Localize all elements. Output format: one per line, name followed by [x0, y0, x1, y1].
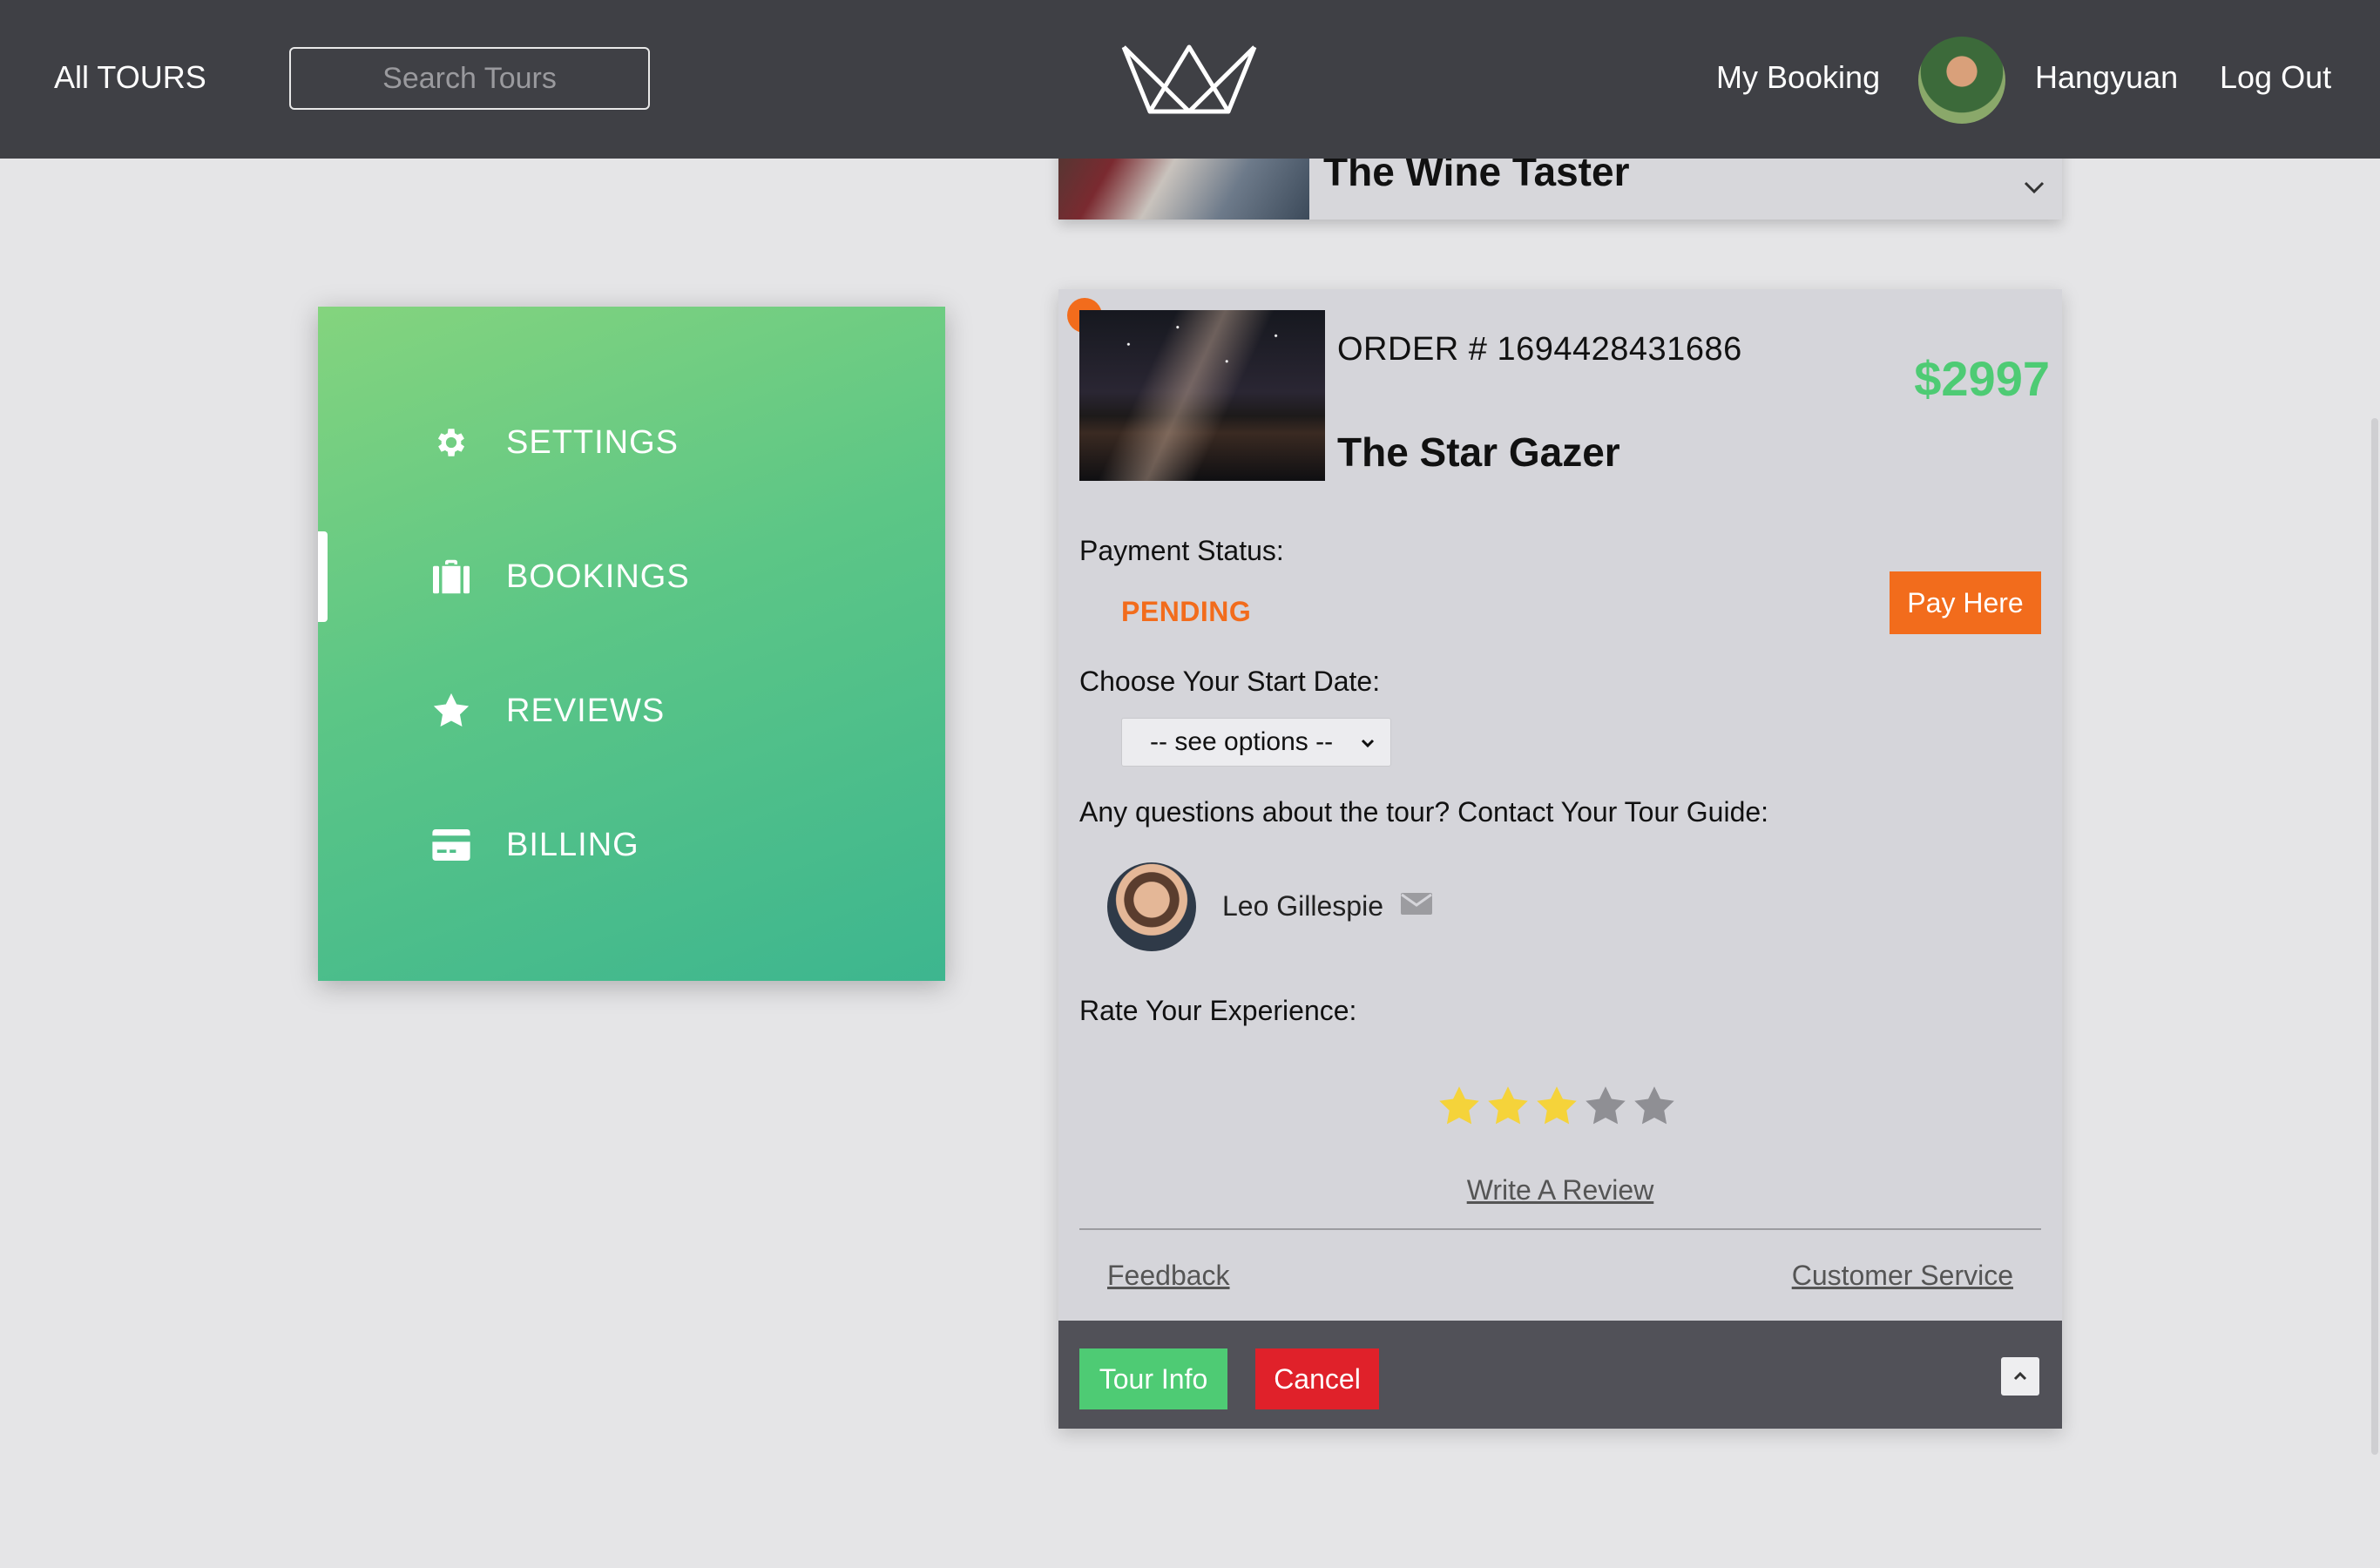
sidebar-item-label: BILLING — [506, 826, 639, 863]
all-tours-link[interactable]: All TOURS — [54, 59, 206, 96]
sidebar-item-label: SETTINGS — [506, 423, 680, 461]
star-filled-icon[interactable] — [1534, 1084, 1579, 1129]
sidebar-item-settings[interactable]: SETTINGS — [431, 416, 679, 469]
sidebar-item-reviews[interactable]: REVIEWS — [431, 685, 665, 737]
mail-icon[interactable] — [1400, 890, 1433, 916]
price: $2997 — [1914, 351, 2050, 406]
log-out-link[interactable]: Log Out — [2220, 59, 2331, 96]
guide-avatar — [1107, 862, 1196, 951]
tour-thumbnail — [1079, 310, 1325, 481]
sidebar-item-bookings[interactable]: BOOKINGS — [431, 551, 690, 603]
my-booking-link[interactable]: My Booking — [1716, 59, 1880, 96]
divider — [1079, 1228, 2041, 1230]
guide-name: Leo Gillespie — [1222, 890, 1383, 922]
credit-card-icon — [431, 825, 471, 865]
rate-label: Rate Your Experience: — [1079, 995, 1357, 1026]
chevron-up-icon — [2013, 1371, 2027, 1381]
sidebar-item-label: BOOKINGS — [506, 558, 690, 595]
briefcase-icon — [431, 557, 471, 597]
payment-status-label: Payment Status: — [1079, 535, 1284, 566]
star-filled-icon[interactable] — [1437, 1084, 1482, 1129]
gear-icon — [431, 422, 471, 463]
chevron-down-icon — [1361, 739, 1375, 748]
tour-title: The Star Gazer — [1337, 429, 1620, 475]
write-review-link[interactable]: Write A Review — [1058, 1174, 2062, 1206]
customer-service-link[interactable]: Customer Service — [1792, 1260, 2013, 1292]
start-date-select[interactable]: -- see options -- — [1121, 718, 1391, 767]
collapse-button[interactable] — [2001, 1357, 2039, 1396]
sidebar-item-billing[interactable]: BILLING — [431, 819, 639, 871]
pay-here-button[interactable]: Pay Here — [1890, 571, 2041, 634]
questions-label: Any questions about the tour? Contact Yo… — [1079, 796, 1769, 828]
search-input[interactable] — [289, 47, 650, 110]
crown-logo-icon[interactable] — [1120, 42, 1258, 117]
booking-card: ORDER # 1694428431686 $2997 The Star Gaz… — [1058, 289, 2062, 1429]
order-number: ORDER # 1694428431686 — [1337, 331, 1742, 368]
account-sidebar: SETTINGS BOOKINGS REVIEWS BILLING — [318, 307, 945, 981]
payment-status-badge: PENDING — [1121, 596, 1252, 627]
tour-info-button[interactable]: Tour Info — [1079, 1348, 1227, 1409]
start-date-label: Choose Your Start Date: — [1079, 666, 1381, 697]
cancel-button[interactable]: Cancel — [1255, 1348, 1379, 1409]
active-indicator — [318, 531, 328, 622]
star-empty-icon[interactable] — [1583, 1084, 1628, 1129]
star-empty-icon[interactable] — [1632, 1084, 1677, 1129]
booking-card-footer: Tour Info Cancel — [1058, 1321, 2062, 1429]
star-filled-icon[interactable] — [1485, 1084, 1531, 1129]
select-value: -- see options -- — [1150, 727, 1334, 756]
scrollbar-thumb[interactable] — [2371, 418, 2378, 1455]
top-navbar: All TOURS My Booking Hangyuan Log Out — [0, 0, 2380, 159]
star-icon — [431, 691, 471, 731]
feedback-link[interactable]: Feedback — [1107, 1260, 1230, 1292]
user-name[interactable]: Hangyuan — [2035, 59, 2178, 96]
sidebar-item-label: REVIEWS — [506, 692, 666, 729]
chevron-down-icon[interactable] — [2017, 174, 2052, 200]
star-rating[interactable] — [1437, 1084, 1677, 1129]
user-avatar[interactable] — [1918, 37, 2005, 124]
